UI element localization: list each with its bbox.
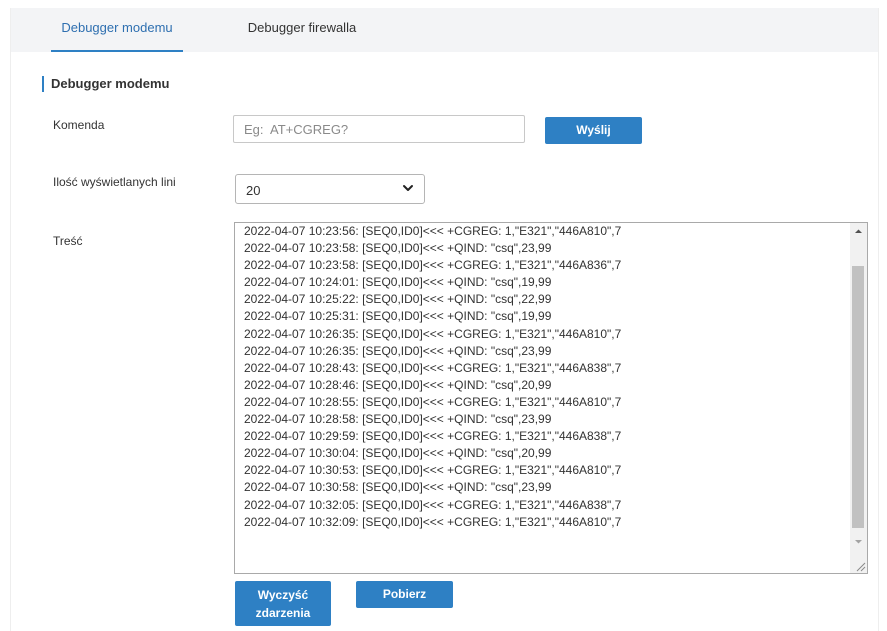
- log-line: 2022-04-07 10:32:09: [SEQ0,ID0]<<< +CGRE…: [244, 514, 622, 529]
- log-lines: 2022-04-07 10:23:56: [SEQ0,ID0]<<< +CGRE…: [244, 223, 844, 531]
- lines-shown-label: Ilość wyświetlanych lini: [53, 175, 176, 189]
- scroll-up-icon[interactable]: [850, 223, 867, 240]
- content-label: Treść: [53, 234, 83, 248]
- resize-grip-icon[interactable]: [852, 558, 866, 572]
- tab-bar: Debugger modemu Debugger firewalla: [11, 8, 878, 52]
- active-tab-underline: [51, 50, 183, 52]
- chevron-down-icon: [403, 185, 413, 191]
- section-title: Debugger modemu: [42, 76, 169, 92]
- log-line: 2022-04-07 10:28:55: [SEQ0,ID0]<<< +CGRE…: [244, 394, 622, 409]
- tab-firewall-debugger[interactable]: Debugger firewalla: [237, 8, 367, 52]
- clear-events-button[interactable]: Wyczyść zdarzenia: [235, 581, 331, 626]
- log-line: 2022-04-07 10:25:22: [SEQ0,ID0]<<< +QIND…: [244, 292, 552, 307]
- log-line: 2022-04-07 10:30:58: [SEQ0,ID0]<<< +QIND…: [244, 480, 552, 495]
- lines-shown-select[interactable]: 20: [235, 174, 425, 204]
- tab-modem-debugger-label: Debugger modemu: [61, 20, 173, 35]
- content-textarea[interactable]: 2022-04-07 10:23:56: [SEQ0,ID0]<<< +CGRE…: [234, 222, 868, 574]
- log-line: 2022-04-07 10:30:04: [SEQ0,ID0]<<< +QIND…: [244, 446, 552, 461]
- log-line: 2022-04-07 10:24:01: [SEQ0,ID0]<<< +QIND…: [244, 275, 552, 290]
- log-line: 2022-04-07 10:28:43: [SEQ0,ID0]<<< +CGRE…: [244, 360, 622, 375]
- log-line: 2022-04-07 10:29:59: [SEQ0,ID0]<<< +CGRE…: [244, 429, 622, 444]
- log-line: 2022-04-07 10:26:35: [SEQ0,ID0]<<< +QIND…: [244, 343, 552, 358]
- command-input[interactable]: [233, 115, 525, 143]
- scroll-down-icon[interactable]: [850, 533, 867, 550]
- send-button[interactable]: Wyślij: [545, 117, 642, 144]
- vertical-scrollbar[interactable]: [850, 223, 867, 573]
- lines-shown-value: 20: [246, 183, 261, 198]
- tab-firewall-debugger-label: Debugger firewalla: [247, 20, 357, 35]
- log-line: 2022-04-07 10:23:58: [SEQ0,ID0]<<< +QIND…: [244, 241, 552, 256]
- tab-modem-debugger[interactable]: Debugger modemu: [51, 8, 183, 52]
- log-line: 2022-04-07 10:23:58: [SEQ0,ID0]<<< +CGRE…: [244, 258, 622, 273]
- modem-debugger-panel: Debugger modemu Debugger firewalla Debug…: [10, 8, 879, 631]
- log-line: 2022-04-07 10:28:58: [SEQ0,ID0]<<< +QIND…: [244, 412, 552, 427]
- download-button[interactable]: Pobierz: [356, 581, 453, 608]
- scrollbar-thumb[interactable]: [852, 266, 864, 528]
- log-line: 2022-04-07 10:32:05: [SEQ0,ID0]<<< +CGRE…: [244, 497, 622, 512]
- log-line: 2022-04-07 10:30:53: [SEQ0,ID0]<<< +CGRE…: [244, 463, 622, 478]
- command-label: Komenda: [53, 118, 105, 132]
- log-line: 2022-04-07 10:23:56: [SEQ0,ID0]<<< +CGRE…: [244, 224, 622, 238]
- log-line: 2022-04-07 10:28:46: [SEQ0,ID0]<<< +QIND…: [244, 377, 552, 392]
- log-line: 2022-04-07 10:25:31: [SEQ0,ID0]<<< +QIND…: [244, 309, 552, 324]
- log-line: 2022-04-07 10:26:35: [SEQ0,ID0]<<< +CGRE…: [244, 326, 622, 341]
